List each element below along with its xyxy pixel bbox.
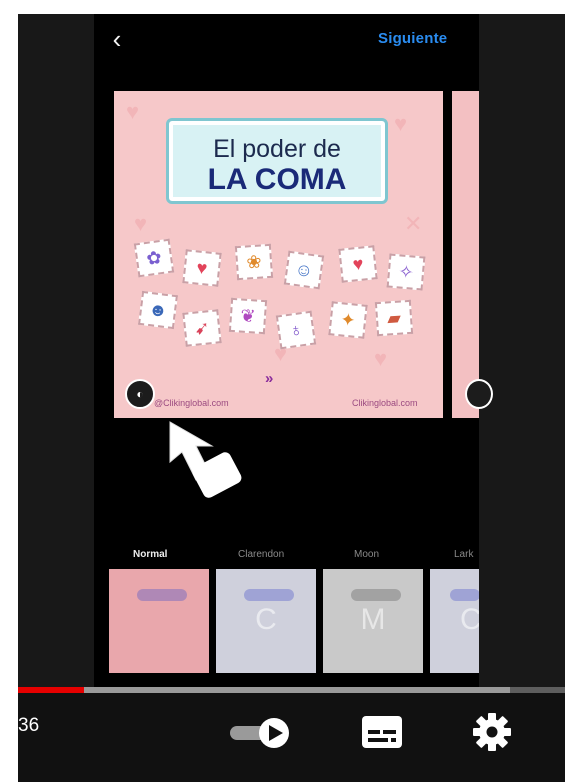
post-title-box: El poder de LA COMA: [166, 118, 388, 204]
multi-select-button[interactable]: ◐: [125, 379, 155, 409]
heart-decoration-icon: ♥: [134, 211, 148, 236]
closed-captions-icon[interactable]: [360, 714, 404, 750]
post-handle-right: Clikinglobal.com: [352, 398, 418, 408]
heart-decoration-icon: ♥: [394, 111, 408, 136]
sticker-balloon-icon: ❦: [228, 297, 268, 335]
filter-label-lark[interactable]: Lark: [454, 549, 473, 560]
heart-decoration-icon: ♥: [126, 99, 140, 124]
thumb-letter: C: [460, 603, 479, 636]
layers-icon: ◐: [136, 387, 144, 401]
next-button[interactable]: Siguiente: [378, 30, 447, 47]
chevron-left-icon: ‹: [112, 24, 122, 54]
sticker-fairy-icon: ✦: [328, 301, 368, 339]
filter-thumb-moon[interactable]: M: [323, 569, 423, 673]
filter-thumb-clarendon[interactable]: C: [216, 569, 316, 673]
current-time: 36: [18, 715, 40, 736]
filter-label-clarendon[interactable]: Clarendon: [238, 549, 284, 560]
thumb-title-blur: [137, 589, 187, 601]
player-controls: 36: [18, 693, 565, 782]
back-button[interactable]: ‹: [102, 24, 132, 56]
heart-decoration-icon: ✕: [404, 211, 423, 236]
sticker-person-icon: ☻: [138, 290, 178, 330]
thumb-letter: C: [255, 603, 277, 636]
swipe-arrows: »: [265, 370, 274, 387]
sticker-star-icon: ✧: [386, 253, 426, 291]
sticker-perfume-icon: ♁: [275, 310, 317, 350]
sticker-flower-icon: ❀: [234, 243, 274, 281]
sticker-rocket-icon: ➹: [182, 309, 222, 347]
filter-thumb-lark[interactable]: C: [430, 569, 479, 673]
video-letterbox-right: [479, 14, 565, 690]
pointing-hand-icon: [169, 421, 242, 498]
carousel-next-card[interactable]: [452, 91, 479, 418]
heart-decoration-icon: ♥: [374, 346, 388, 371]
filter-label-moon[interactable]: Moon: [354, 549, 379, 560]
post-title-line1: El poder de: [213, 135, 341, 163]
filter-thumb-normal[interactable]: [109, 569, 209, 673]
thumb-title-blur: [450, 589, 479, 601]
video-frame[interactable]: ‹ Siguiente ♥ ♥ ♥ ✕ ♥ ♥ El poder de LA C…: [18, 14, 565, 782]
sticker-butterfly-icon: ✿: [133, 238, 175, 278]
video-letterbox-left: [18, 14, 94, 690]
autoplay-toggle-icon[interactable]: [228, 717, 292, 749]
post-title-line2: LA COMA: [207, 163, 347, 196]
multi-select-button-next[interactable]: [465, 379, 493, 409]
sticker-car-icon: ▰: [374, 299, 414, 337]
sticker-face-icon: ☺: [283, 250, 325, 290]
filter-label-normal[interactable]: Normal: [133, 549, 167, 560]
sticker-heart-icon: ♥: [338, 245, 378, 283]
post-handle-left: @Clikinglobal.com: [154, 398, 229, 408]
carousel-card[interactable]: ♥ ♥ ♥ ✕ ♥ ♥ El poder de LA COMA ✿ ♥ ❀ ☺ …: [114, 91, 443, 418]
sticker-heart-icon: ♥: [182, 249, 222, 287]
thumb-title-blur: [244, 589, 294, 601]
gear-icon[interactable]: [470, 710, 514, 754]
thumb-letter: M: [360, 603, 386, 636]
thumb-title-blur: [351, 589, 401, 601]
